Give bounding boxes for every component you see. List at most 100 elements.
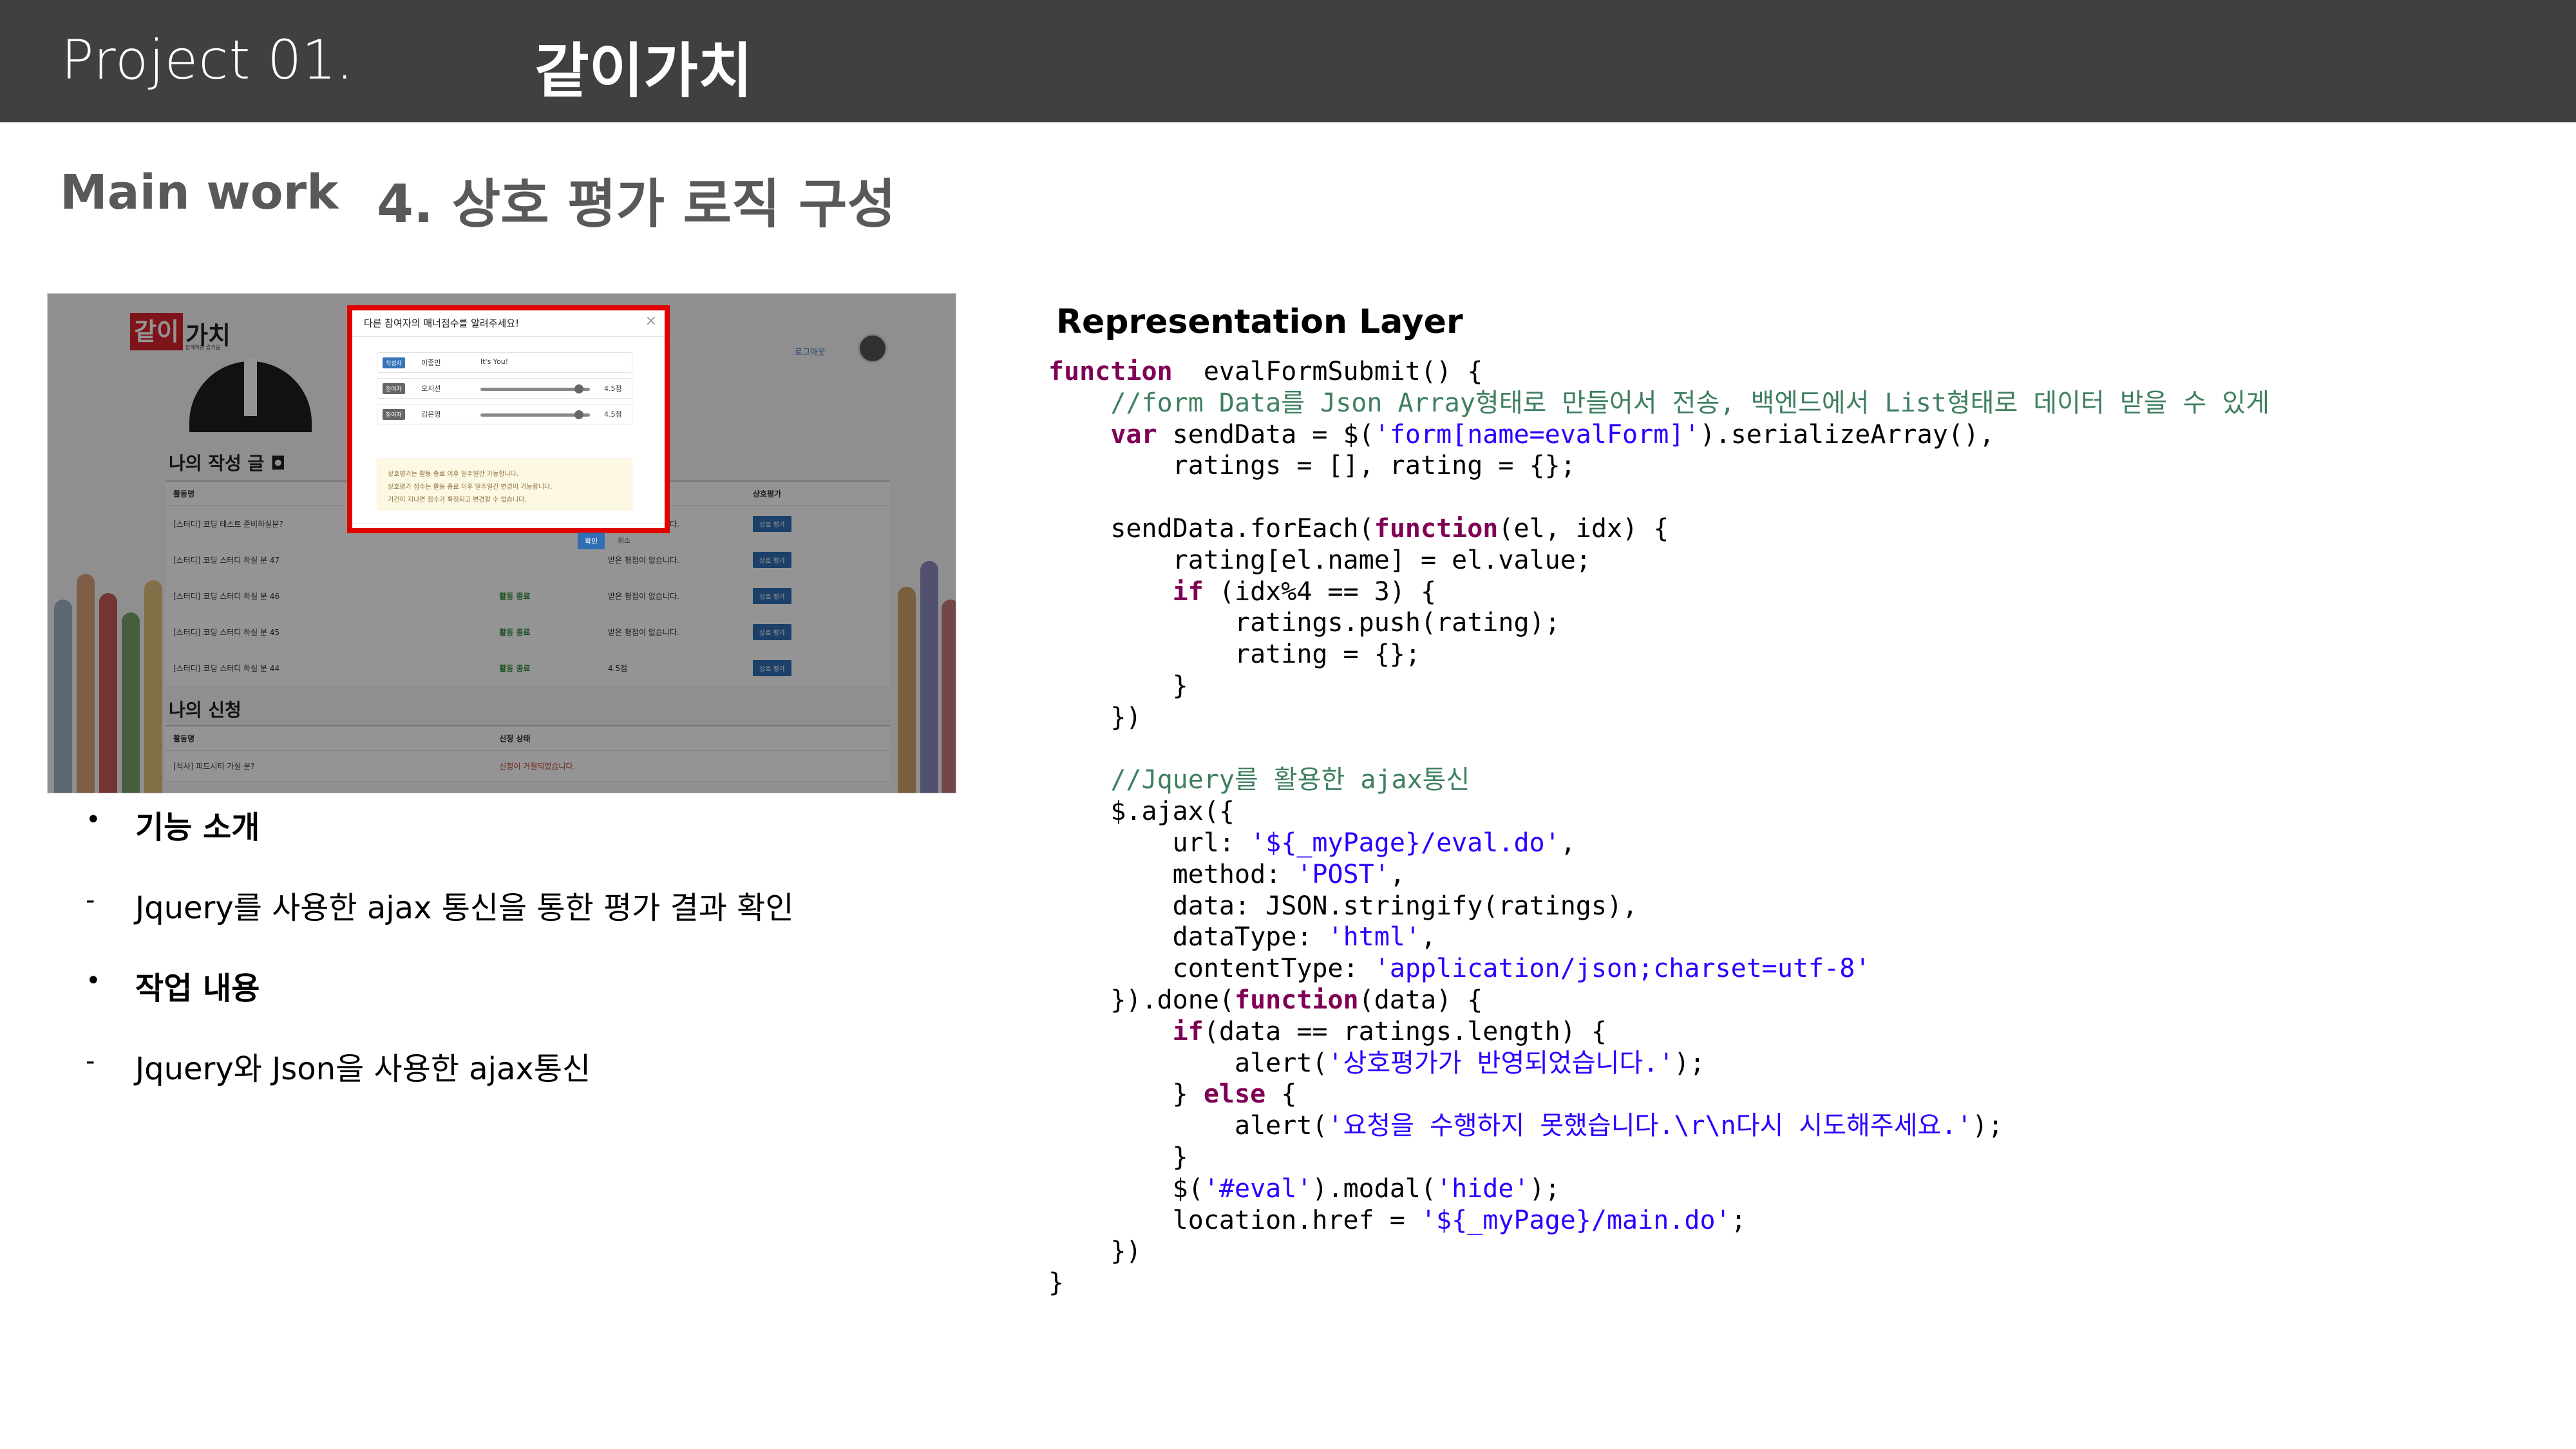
code-line: }: [1048, 670, 2269, 702]
code-token: }): [1048, 702, 1142, 732]
code-token: 'form[name=evalForm]': [1374, 419, 1700, 450]
code-token: ratings.push(rating);: [1048, 608, 1560, 638]
code-token: rating = {};: [1048, 639, 1421, 670]
code-token: ratings = [], rating = {};: [1048, 451, 1576, 481]
role-badge: 참여자: [383, 383, 405, 394]
code-token: 'POST': [1296, 859, 1390, 889]
bullet-work-heading: 작업 내용: [135, 971, 260, 1007]
code-line: $('#eval').modal('hide');: [1048, 1173, 2269, 1205]
code-line: alert('상호평가가 반영되었습니다.');: [1048, 1048, 2269, 1079]
rating-row: 참여자 김은영 4.5점: [377, 404, 632, 424]
code-token: //form Data를 Json Array형태로 만들어서 전송, 백엔드에…: [1048, 388, 2269, 418]
rating-value: 4.5점: [604, 384, 622, 393]
slider-handle[interactable]: [574, 384, 583, 393]
code-line: }: [1048, 1142, 2269, 1173]
role-badge: 작성자: [383, 357, 405, 368]
code-token: alert(: [1048, 1111, 1328, 1141]
code-line: ratings.push(rating);: [1048, 607, 2269, 639]
code-token: function: [1374, 513, 1499, 544]
code-token: }: [1048, 670, 1188, 701]
code-line: data: JSON.stringify(ratings),: [1048, 891, 2269, 922]
code-token: //Jquery를 활용한 ajax통신: [1048, 765, 1470, 795]
code-token: function: [1048, 357, 1173, 386]
code-line: ratings = [], rating = {};: [1048, 450, 2269, 482]
modal-title: 다른 참여자의 매너점수를 알려주세요!: [352, 310, 665, 337]
code-line: //Jquery를 활용한 ajax통신: [1048, 764, 2269, 796]
code-line: sendData.forEach(function(el, idx) {: [1048, 513, 2269, 545]
self-note: It's You!: [480, 357, 509, 366]
modal-footer-divider: [352, 523, 665, 524]
code-line: method: 'POST',: [1048, 859, 2269, 891]
code-line: rating = {};: [1048, 639, 2269, 670]
bullet-feature-desc: Jquery를 사용한 ajax 통신을 통한 평가 결과 확인: [135, 890, 794, 926]
notice-line: 기간이 지나면 점수가 확정되고 변경할 수 없습니다.: [388, 497, 527, 504]
code-token: ).serializeArray(),: [1700, 419, 1995, 450]
code-token: ;: [1730, 1205, 1747, 1235]
participant-name: 이종민: [421, 359, 441, 367]
code-line: if(data == ratings.length) {: [1048, 1016, 2269, 1048]
code-token: );: [1972, 1111, 2003, 1141]
code-token: );: [1529, 1173, 1560, 1204]
code-token: var: [1048, 419, 1157, 450]
bullet-marker: •: [86, 805, 101, 835]
cancel-button[interactable]: 취소: [618, 535, 630, 545]
code-token: data: JSON.stringify(ratings),: [1048, 891, 1638, 921]
code-token: else: [1203, 1079, 1266, 1110]
code-line: $.ajax({: [1048, 796, 2269, 828]
code-token: );: [1674, 1048, 1705, 1078]
rating-slider[interactable]: [480, 384, 590, 393]
code-line: }).done(function(data) {: [1048, 985, 2269, 1016]
close-icon[interactable]: ×: [645, 313, 657, 329]
code-token: }).done(: [1048, 985, 1235, 1015]
code-token: ,: [1560, 828, 1576, 858]
code-token: }: [1048, 1142, 1188, 1172]
code-token: {: [1265, 1079, 1297, 1110]
code-token: sendData.forEach(: [1048, 513, 1374, 544]
rating-row: 작성자 이종민 It's You!: [377, 352, 632, 373]
slider-handle[interactable]: [574, 410, 583, 419]
rating-slider[interactable]: [480, 410, 590, 419]
code-token: }: [1048, 1268, 1065, 1298]
code-token: }: [1048, 1079, 1204, 1110]
section-title: 4. 상호 평가 로직 구성: [377, 174, 896, 235]
code-token: ).modal(: [1312, 1173, 1437, 1204]
code-line: alert('요청을 수행하지 못했습니다.\r\n다시 시도해주세요.');: [1048, 1110, 2269, 1142]
bullet-marker: -: [86, 1046, 95, 1076]
code-line: rating[el.name] = el.value;: [1048, 545, 2269, 576]
project-label: Project: [61, 28, 251, 91]
main-work-label: Main work: [60, 165, 339, 220]
notice-box: 상호평가는 활동 종료 이후 일주일간 가능합니다. 상호평가 점수는 활동 종…: [377, 459, 632, 510]
code-block: function evalFormSubmit() { //form Data를…: [1048, 356, 2269, 1299]
notice-line: 상호평가 점수는 활동 종료 이후 일주일간 변경이 가능합니다.: [388, 484, 553, 491]
bullet-feature-heading: 기능 소개: [135, 810, 260, 846]
code-token: 'hide': [1436, 1173, 1530, 1204]
code-token: ,: [1389, 859, 1405, 889]
code-token: function: [1234, 985, 1359, 1015]
code-token: '요청을 수행하지 못했습니다.\r\n다시 시도해주세요.': [1327, 1111, 1973, 1141]
code-token: sendData = $(: [1157, 419, 1374, 450]
code-token: if: [1048, 1016, 1204, 1046]
code-token: '상호평가가 반영되었습니다.': [1327, 1048, 1674, 1078]
code-line: url: '${_myPage}/eval.do',: [1048, 828, 2269, 859]
participant-name: 오지선: [421, 384, 441, 393]
code-token: location.href =: [1048, 1205, 1421, 1235]
code-line: function evalFormSubmit() {: [1048, 356, 2269, 388]
code-token: url:: [1048, 828, 1251, 858]
code-token: (data) {: [1358, 985, 1483, 1015]
rating-value: 4.5점: [604, 410, 622, 419]
code-token: $.ajax({: [1048, 797, 1235, 827]
code-token: (el, idx) {: [1498, 513, 1669, 544]
bullet-marker: •: [86, 966, 101, 996]
code-token: (data == ratings.length) {: [1203, 1016, 1607, 1046]
code-line: //form Data를 Json Array형태로 만들어서 전송, 백엔드에…: [1048, 388, 2269, 419]
code-token: $(: [1048, 1173, 1204, 1204]
notice-line: 상호평가는 활동 종료 이후 일주일간 가능합니다.: [388, 471, 519, 478]
code-token: '${_myPage}/main.do': [1420, 1205, 1731, 1235]
project-number: 01.: [267, 28, 354, 91]
code-line: }): [1048, 702, 2269, 734]
confirm-button[interactable]: 확인: [578, 533, 605, 549]
bullet-work-desc: Jquery와 Json을 사용한 ajax통신: [135, 1051, 591, 1087]
code-token: 'html': [1327, 922, 1421, 952]
